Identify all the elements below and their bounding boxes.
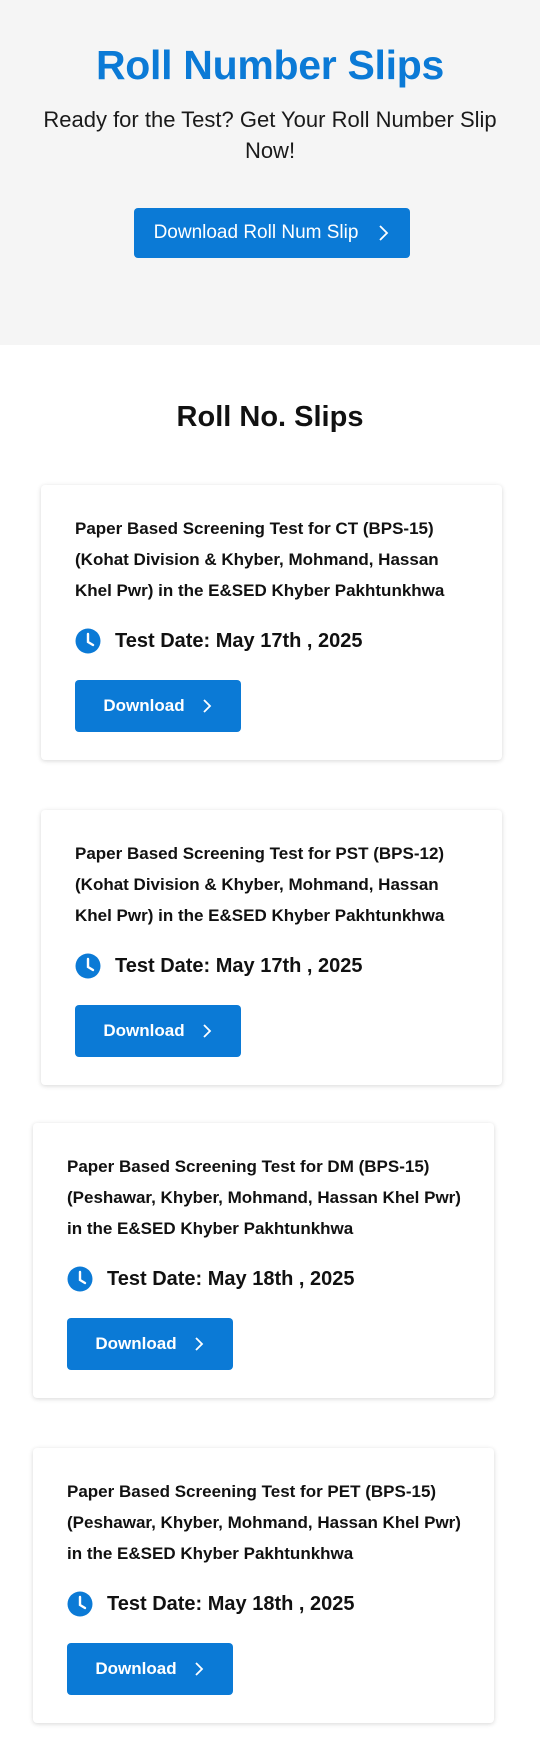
clock-icon: [67, 1591, 93, 1617]
test-date: Test Date: May 17th , 2025: [75, 953, 363, 979]
section-title: Roll No. Slips: [176, 401, 364, 433]
hero-button-label: Download Roll Num Slip: [153, 222, 359, 243]
test-date: Test Date: May 18th , 2025: [67, 1591, 355, 1617]
download-button[interactable]: Download: [67, 1643, 233, 1695]
download-button-label: Download: [95, 1659, 177, 1678]
download-button-label: Download: [103, 696, 185, 715]
test-date-text: Test Date: May 17th , 2025: [115, 954, 363, 977]
download-button-label: Download: [103, 1021, 185, 1040]
test-card: Paper Based Screening Test for PET (BPS-…: [33, 1448, 494, 1723]
test-date-text: Test Date: May 17th , 2025: [115, 629, 363, 652]
hero-subtitle: Ready for the Test? Get Your Roll Number…: [43, 107, 497, 163]
test-card-title: Paper Based Screening Test for PST (BPS-…: [75, 844, 445, 925]
test-card: Paper Based Screening Test for PST (BPS-…: [41, 810, 502, 1085]
chevron-right-icon: [202, 699, 211, 713]
chevron-right-icon: [194, 1337, 203, 1351]
download-button[interactable]: Download: [75, 680, 241, 732]
test-date: Test Date: May 18th , 2025: [67, 1266, 355, 1292]
chevron-right-icon: [379, 225, 389, 241]
test-date: Test Date: May 17th , 2025: [75, 628, 363, 654]
test-card: Paper Based Screening Test for DM (BPS-1…: [33, 1123, 494, 1398]
test-date-text: Test Date: May 18th , 2025: [107, 1592, 355, 1615]
download-button-label: Download: [95, 1334, 177, 1353]
clock-icon: [75, 628, 101, 654]
clock-icon: [67, 1266, 93, 1292]
test-card-title: Paper Based Screening Test for DM (BPS-1…: [67, 1157, 461, 1238]
download-button[interactable]: Download: [75, 1005, 241, 1057]
chevron-right-icon: [194, 1662, 203, 1676]
clock-icon: [75, 953, 101, 979]
download-roll-slip-button[interactable]: Download Roll Num Slip: [134, 208, 410, 258]
hero-title: Roll Number Slips: [95, 42, 444, 88]
download-button[interactable]: Download: [67, 1318, 233, 1370]
test-card-title: Paper Based Screening Test for CT (BPS-1…: [75, 519, 445, 600]
chevron-right-icon: [202, 1024, 211, 1038]
test-card-title: Paper Based Screening Test for PET (BPS-…: [67, 1482, 461, 1563]
test-card: Paper Based Screening Test for CT (BPS-1…: [41, 485, 502, 760]
hero-section: Roll Number Slips Ready for the Test? Ge…: [0, 0, 540, 345]
test-date-text: Test Date: May 18th , 2025: [107, 1267, 355, 1290]
